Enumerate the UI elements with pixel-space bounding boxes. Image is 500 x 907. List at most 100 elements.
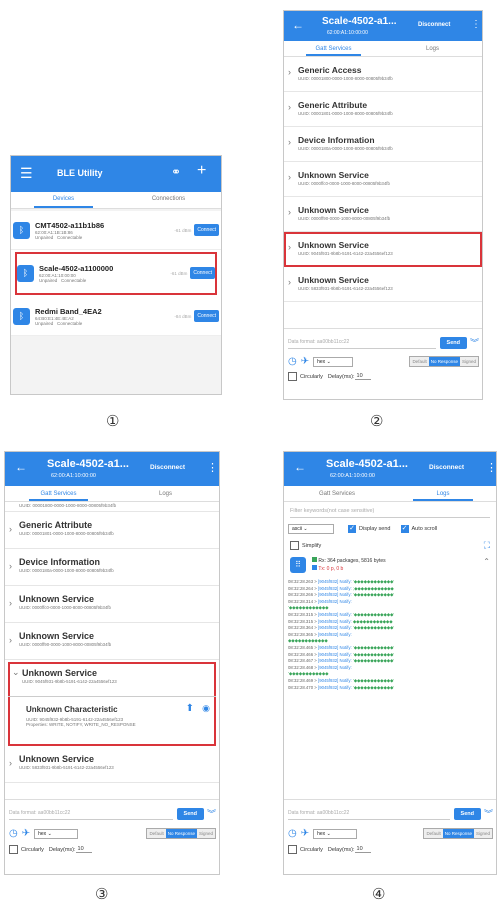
characteristic-item[interactable]: Unknown Characteristic UUID: 9045f932-9b… [8,697,216,743]
more-icon[interactable]: ⋮ [471,19,481,30]
notify-icon[interactable]: ◉ [202,703,210,714]
encoding-select[interactable]: ascii ⌄ [288,524,334,534]
display-send-checkbox[interactable]: ✓ [348,525,356,533]
back-arrow-icon[interactable]: ← [294,460,306,474]
log-line: ◆◆◆◆◆◆◆◆◆◆◆◆ [288,638,328,644]
write-icon[interactable]: ⬆ [186,703,194,714]
device-mac: 62:00:A1:10:00:00 [330,473,375,479]
send-panel: Data format: aa00bb11cc22 Send ︾ ◷ ✈ hex… [5,799,219,874]
auto-scroll-checkbox[interactable]: ✓ [400,525,409,533]
tab-devices[interactable]: Devices [11,192,116,208]
expand-icon[interactable]: ︾ [470,336,479,349]
tab-logs[interactable]: Logs [383,41,482,56]
delay-input[interactable]: 10 [75,846,92,853]
expand-icon[interactable]: ︾ [207,807,216,820]
send-plane-icon[interactable]: ✈ [301,828,309,839]
circularly-checkbox[interactable] [9,845,18,854]
back-arrow-icon[interactable]: ← [292,18,304,32]
seg-default[interactable]: Default [410,357,429,366]
device-title: Scale-4502-a1... [322,16,397,27]
service-item[interactable]: › Unknown Service UUID: 0000ffc0-0000-1000… [5,586,219,623]
circularly-checkbox[interactable] [288,372,297,381]
device-rssi: -61 dBm [174,227,192,233]
service-item-expanded[interactable]: ⌄ Unknown Service UUID: 9045f931-9b8b-5191… [8,662,216,697]
service-item[interactable]: › Generic Attribute UUID: 00001801-0000-10… [284,92,482,127]
send-button[interactable]: Send [176,807,204,820]
delay-input[interactable]: 10 [354,373,371,380]
device-row[interactable]: ᛒ CMT4502-a11b1b86 62:00:A1:1B:1B:86 Unp… [11,211,221,250]
tab-logs[interactable]: Logs [112,486,219,501]
tab-logs[interactable]: Logs [390,486,496,501]
history-icon[interactable]: ◷ [9,828,18,839]
service-item[interactable]: › Unknown Service UUID: 0000ff90-0000-1000… [284,197,482,232]
send-panel: Data format: aa00bb11cc22 Send ︾ ◷ ✈ hex… [284,799,496,874]
format-select[interactable]: hex ⌄ [313,356,354,367]
connect-button[interactable]: Connect [194,224,219,236]
service-item[interactable]: › Unknown Service UUID: 0000ffc0-0000-1000… [284,162,482,197]
format-select[interactable]: hex ⌄ [313,828,358,839]
simplify-label: Simplify [302,542,322,549]
chevron-down-icon: ⌄ [12,667,20,677]
service-item[interactable]: › Device Information UUID: 0000180a-0000-1… [284,127,482,162]
service-item[interactable]: › Generic Access UUID: 00001800-0000-1000-… [284,57,482,92]
data-input[interactable]: Data format: aa00bb11cc22 [288,807,450,820]
link-icon[interactable]: ⚭ [171,165,181,179]
add-icon[interactable]: + [197,162,206,180]
seg-no-response[interactable]: No Response [442,829,474,838]
service-name: Unknown Service [298,170,369,180]
circularly-checkbox[interactable] [288,845,297,854]
format-select[interactable]: hex ⌄ [34,828,79,839]
history-icon[interactable]: ◷ [288,356,297,367]
seg-no-response[interactable]: No Response [428,357,460,366]
disconnect-button[interactable]: Disconnect [150,464,185,471]
data-input[interactable]: Data format: aa00bb11cc22 [9,807,173,820]
tab-connections[interactable]: Connections [116,192,221,208]
connect-button[interactable]: Connect [194,310,219,322]
tab-gatt-services[interactable]: Gatt Services [284,41,383,56]
filter-input[interactable]: Filter keywords(not case sensitive) [290,508,490,518]
device-row-selected[interactable]: ᛒ Scale-4502-a1100000 62:00:A1:10:00:00 … [15,252,217,295]
service-item[interactable]: › Unknown Service UUID: 0000ff90-0000-1000… [5,623,219,660]
app-bar: ← Scale-4502-a1... 62:00:A1:10:00:00 Dis… [284,452,496,486]
device-status: Unpaired [35,320,54,326]
send-plane-icon[interactable]: ✈ [22,828,30,839]
history-icon[interactable]: ◷ [288,828,297,839]
seg-signed[interactable]: Signed [196,829,215,838]
menu-icon[interactable]: ☰ [20,165,33,182]
service-item-selected[interactable]: › Unknown Service UUID: 9045f931-9b8b-5191… [284,232,482,267]
caption-2: ② [370,412,384,430]
expand-icon[interactable]: ︾ [484,807,493,820]
chevron-right-icon: › [9,561,12,571]
tab-gatt-services[interactable]: Gatt Services [5,486,112,501]
chevron-right-icon: › [288,242,291,252]
tab-gatt-services[interactable]: Gatt Services [284,486,390,501]
more-icon[interactable]: ⋮ [486,461,496,474]
service-item[interactable]: › Unknown Service UUID: 5833f931-9b8b-5191… [284,267,482,302]
send-button[interactable]: Send [453,807,481,820]
service-item[interactable]: › Device Information UUID: 0000180a-0000-1… [5,549,219,586]
seg-default[interactable]: Default [424,829,443,838]
more-icon[interactable]: ⋮ [207,461,218,474]
service-item[interactable]: › Unknown Service UUID: 5833f931-9b8b-5191… [5,748,219,783]
seg-signed[interactable]: Signed [459,357,478,366]
delay-input[interactable]: 10 [354,846,371,853]
device-conn: Connectable [61,277,87,283]
seg-no-response[interactable]: No Response [165,829,197,838]
disconnect-button[interactable]: Disconnect [429,464,464,471]
device-name: CMT4502-a11b1b86 [35,220,105,230]
back-arrow-icon[interactable]: ← [15,460,27,474]
screen-2-gatt-services: ← Scale-4502-a1... 62:00:A1:10:00:00 Dis… [283,10,483,400]
chevron-up-icon[interactable]: ⌃ [483,557,490,566]
send-button[interactable]: Send [439,336,467,349]
seg-default[interactable]: Default [147,829,166,838]
device-row[interactable]: ᛒ Redmi Band_4EA2 64:B0:E1:4E:4E:A2 Unpa… [11,297,221,336]
send-plane-icon[interactable]: ✈ [301,356,309,367]
disconnect-button[interactable]: Disconnect [418,22,450,28]
send-panel: Data format: aa00bb11cc22 Send ︾ ◷ ✈ hex… [284,328,482,399]
service-item[interactable]: › Generic Attribute UUID: 00001801-0000-10… [5,512,219,549]
fullscreen-icon[interactable]: ⛶ [484,540,490,551]
seg-signed[interactable]: Signed [473,829,492,838]
simplify-checkbox[interactable] [290,541,299,550]
data-input[interactable]: Data format: aa00bb11cc22 [288,336,436,349]
connect-button[interactable]: Connect [190,267,215,279]
